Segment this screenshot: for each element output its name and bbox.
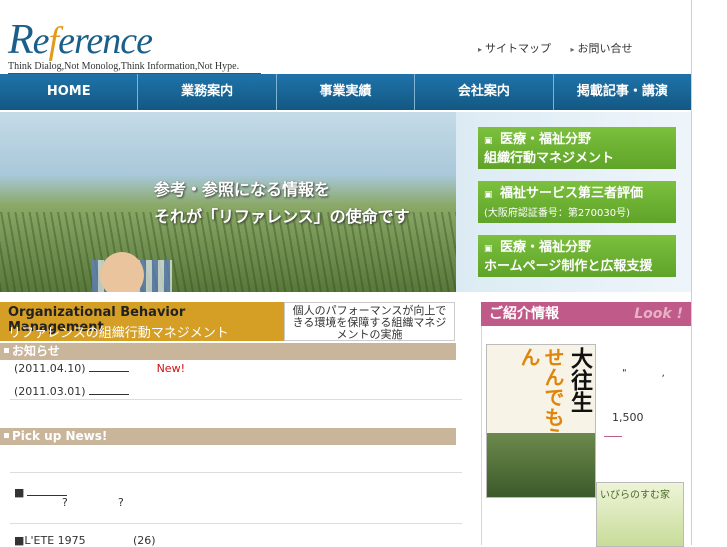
- obm-title-ja: リファレンスの組織行動マネジメント: [8, 326, 229, 341]
- nav-services[interactable]: 業務案内: [138, 74, 277, 110]
- pickup-q1: ?: [62, 496, 68, 509]
- news-item-1[interactable]: (2011.04.10) New!: [14, 362, 185, 375]
- intro-heading: ご紹介情報 Look !: [481, 302, 691, 326]
- contact-link[interactable]: お問い合せ: [571, 42, 633, 55]
- news-item-2[interactable]: (2011.03.01): [14, 385, 129, 398]
- divider: [10, 523, 462, 524]
- book-quote: " ,: [622, 368, 665, 379]
- news-heading: お知らせ: [0, 343, 456, 360]
- obm-service-line1: 医療・福祉分野: [500, 132, 592, 147]
- hero-caption-line2: それが「リファレンス」の使命です: [154, 207, 410, 226]
- news-link[interactable]: [88, 362, 129, 372]
- web-production-line2: ホームページ制作と広報支援: [484, 259, 653, 274]
- evaluation-line1: 福祉サービス第三者評価: [500, 186, 644, 201]
- tagline: Think Dialog,Not Monolog,Think Informati…: [8, 61, 261, 74]
- web-production-button[interactable]: 医療・福祉分野 ホームページ制作と広報支援: [478, 235, 676, 277]
- obm-service-line2: 組織行動マネジメント: [484, 151, 615, 166]
- pickup-item-2-count: (26): [133, 534, 156, 547]
- page-edge: [691, 0, 692, 545]
- book-cover-1[interactable]: せんでもええやん 大往生: [486, 344, 596, 498]
- web-production-line1: 医療・福祉分野: [500, 240, 592, 255]
- new-badge: New!: [156, 362, 185, 375]
- quote-open: ": [622, 368, 627, 379]
- pickup-item-1[interactable]: ■: [14, 486, 68, 499]
- news-date: (2011.04.10): [14, 362, 86, 375]
- intro-heading-text: ご紹介情報: [489, 306, 559, 322]
- book-cover-2[interactable]: いびらのすむ家: [596, 482, 684, 547]
- book1-photo: [487, 433, 595, 497]
- pickup-link[interactable]: [27, 486, 68, 496]
- hero-image: 参考・参照になる情報を それが「リファレンス」の使命です: [0, 112, 456, 292]
- book2-title: いびらのすむ家: [600, 490, 670, 501]
- bullet: ■: [14, 486, 25, 499]
- page: Reference Think Dialog,Not Monolog,Think…: [0, 0, 692, 547]
- book1-title-black: 大往生: [567, 347, 592, 413]
- quote-close: ,: [661, 368, 665, 379]
- pickup-item-2-text: ■L'ETE 1975: [14, 534, 86, 547]
- nav-achievements[interactable]: 事業実績: [277, 74, 416, 110]
- third-party-evaluation-button[interactable]: 福祉サービス第三者評価 (大阪府認証番号：第270030号): [478, 181, 676, 223]
- look-label: Look !: [634, 306, 683, 322]
- news-date: (2011.03.01): [14, 385, 86, 398]
- evaluation-sub: (大阪府認証番号：第270030号): [484, 208, 630, 219]
- nav-publications[interactable]: 掲載記事・講演: [554, 74, 691, 110]
- hero-caption-line1: 参考・参照になる情報を: [154, 180, 331, 199]
- pickup-item-2[interactable]: ■L'ETE 1975: [14, 534, 86, 547]
- divider: [10, 399, 462, 400]
- book-price: 1,500: [612, 411, 644, 424]
- hero-child-head: [100, 252, 144, 292]
- main-nav: HOME 業務案内 事業実績 会社案内 掲載記事・講演: [0, 74, 691, 110]
- obm-service-button[interactable]: 医療・福祉分野 組織行動マネジメント: [478, 127, 676, 169]
- sitemap-link[interactable]: サイトマップ: [478, 42, 551, 55]
- book-link-underline[interactable]: [604, 436, 622, 437]
- top-links: サイトマップ お問い合せ: [478, 40, 649, 56]
- hero-caption: 参考・参照になる情報を それが「リファレンス」の使命です: [154, 176, 410, 230]
- news-link[interactable]: [88, 385, 129, 395]
- pickup-q2: ?: [118, 496, 124, 509]
- pickup-heading: Pick up News!: [0, 428, 456, 445]
- logo[interactable]: Reference: [8, 19, 153, 61]
- nav-home[interactable]: HOME: [0, 74, 139, 110]
- nav-company[interactable]: 会社案内: [415, 74, 554, 110]
- obm-description: 個人のパフォーマンスが向上できる環境を保障する組織マネジメントの実施: [284, 302, 455, 341]
- obm-banner[interactable]: Organizational Behavior Management リファレン…: [0, 302, 284, 341]
- divider: [10, 472, 462, 473]
